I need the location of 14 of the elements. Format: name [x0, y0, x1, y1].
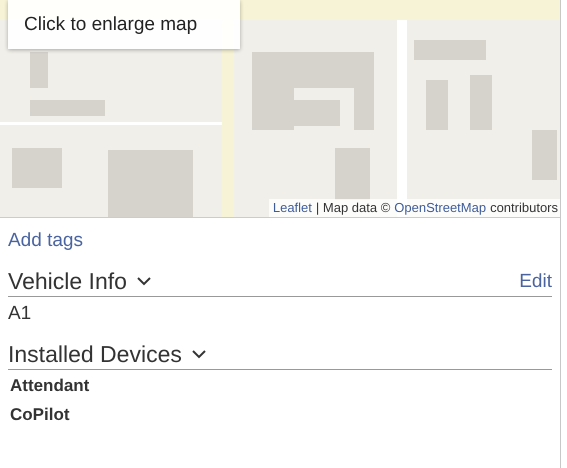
edit-link[interactable]: Edit — [519, 271, 552, 295]
enlarge-map-button[interactable]: Click to enlarge map — [8, 0, 240, 49]
attribution-link[interactable]: Leaflet — [272, 200, 312, 215]
vehicle-name: A1 — [8, 302, 32, 325]
attribution-text: contributors — [490, 200, 558, 215]
attribution-text: | Map data © — [316, 200, 390, 215]
attribution-link[interactable]: OpenStreetMap — [394, 200, 486, 215]
section-title[interactable]: Vehicle Info — [8, 268, 151, 295]
chevron-down-icon — [136, 277, 151, 286]
device-name: Attendant — [9, 375, 90, 397]
add-tags-link[interactable]: Add tags — [8, 230, 83, 252]
device-name: CoPilot — [9, 404, 70, 426]
chevron-down-icon — [192, 350, 206, 359]
section-title[interactable]: Installed Devices — [8, 341, 206, 368]
